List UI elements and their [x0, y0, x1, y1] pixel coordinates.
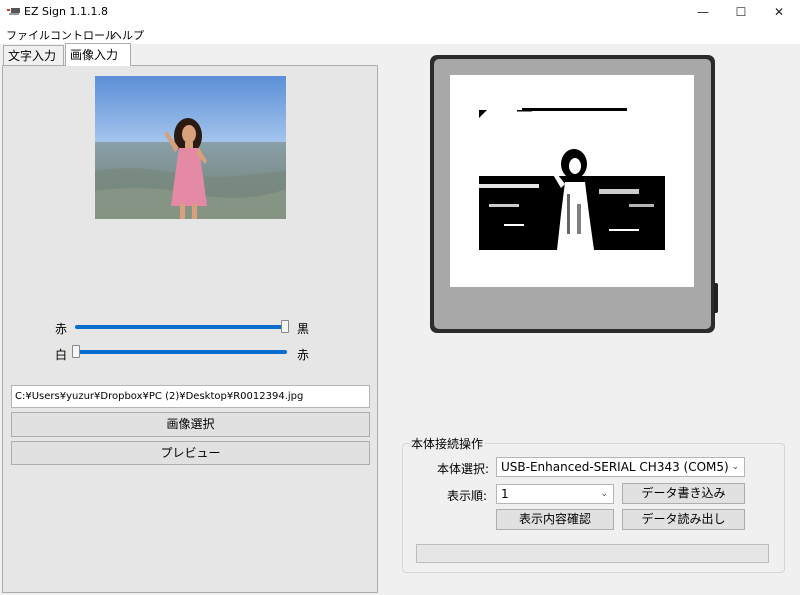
display-order-label: 表示順:	[447, 489, 488, 503]
slider2-left-label: 白	[55, 348, 68, 362]
check-display-button[interactable]: 表示内容確認	[496, 509, 614, 530]
tab-image-input[interactable]: 画像入力	[65, 43, 131, 66]
display-order-select[interactable]: 1 ⌄	[496, 484, 614, 504]
source-photo	[95, 76, 286, 219]
slider1-right-label: 黒	[297, 322, 310, 336]
window-title: EZ Sign 1.1.1.8	[24, 5, 108, 18]
red-black-slider-thumb[interactable]	[281, 320, 289, 333]
write-data-button[interactable]: データ書き込み	[622, 483, 745, 504]
file-path-field[interactable]: C:¥Users¥yuzur¥Dropbox¥PC (2)¥Desktop¥R0…	[11, 385, 370, 408]
chevron-down-icon: ⌄	[600, 489, 608, 499]
select-image-button[interactable]: 画像選択	[11, 412, 370, 437]
preview-button[interactable]: プレビュー	[11, 441, 370, 465]
menu-control[interactable]: コントロール	[50, 27, 116, 43]
progress-bar	[416, 544, 769, 563]
menu-bar: ファイル コントロール ヘルプ	[0, 24, 800, 44]
device-preview	[430, 55, 715, 333]
white-red-slider-thumb[interactable]	[72, 345, 80, 358]
device-select[interactable]: USB-Enhanced-SERIAL CH343 (COM5) ⌄	[496, 457, 745, 477]
connection-group-title: 本体接続操作	[409, 435, 486, 452]
title-bar: EZ Sign 1.1.1.8 — ☐ ✕	[0, 0, 800, 24]
device-select-value: USB-Enhanced-SERIAL CH343 (COM5)	[501, 460, 729, 474]
app-icon	[7, 8, 20, 15]
slider1-left-label: 赤	[55, 322, 68, 336]
tab-text-input[interactable]: 文字入力	[3, 45, 64, 65]
display-order-value: 1	[501, 487, 509, 501]
menu-help[interactable]: ヘルプ	[111, 27, 144, 43]
menu-file[interactable]: ファイル	[6, 27, 50, 43]
read-data-button[interactable]: データ読み出し	[622, 509, 745, 530]
close-button[interactable]: ✕	[756, 0, 800, 24]
chevron-down-icon: ⌄	[731, 462, 739, 472]
device-select-label: 本体選択:	[437, 462, 490, 476]
white-red-slider-track[interactable]	[72, 350, 287, 354]
slider2-right-label: 赤	[297, 348, 310, 362]
device-side-button	[714, 283, 718, 313]
red-black-slider-track[interactable]	[75, 325, 287, 329]
